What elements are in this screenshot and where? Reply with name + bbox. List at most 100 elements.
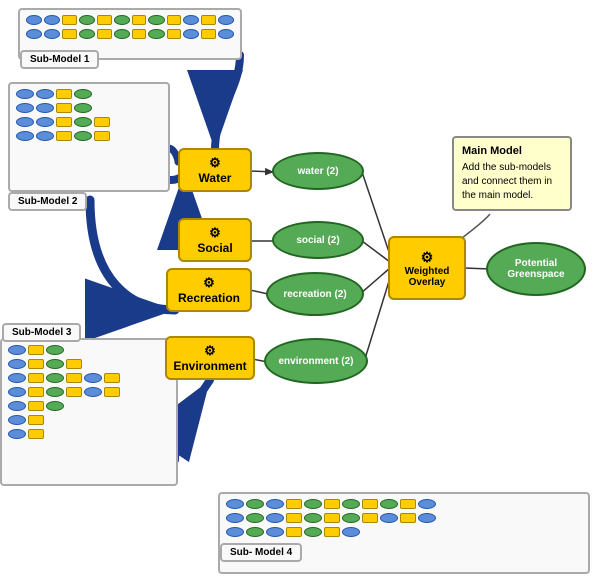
chain-row [8,359,170,369]
node-blue [84,387,102,397]
social-oval-node[interactable]: social (2) [272,221,364,259]
recreation-oval-node[interactable]: recreation (2) [266,272,364,316]
node-green [46,387,64,397]
node-green [304,527,322,537]
node-blue [183,29,199,39]
recreation-oval-label: recreation (2) [283,289,346,300]
node-blue [16,103,34,113]
social-oval-label: social (2) [296,235,339,246]
potential-greenspace-node[interactable]: Potential Greenspace [486,242,586,296]
weighted-overlay-node[interactable]: ⚙ WeightedOverlay [388,236,466,300]
recreation-node[interactable]: ⚙ Recreation [166,268,252,312]
social-label: Social [197,241,232,255]
callout-body: Add the sub-models and connect them in t… [462,161,562,203]
node-green [79,29,95,39]
chain-row [26,15,234,25]
submodel2-label-text: Sub-Model 2 [18,196,77,207]
chain-row [226,527,582,537]
environment-node[interactable]: ⚙ Environment [165,336,255,380]
node-green [74,103,92,113]
node-yellow [56,117,72,127]
node-yellow [28,429,44,439]
node-yellow [324,513,340,523]
node-blue [226,513,244,523]
node-blue [16,89,34,99]
node-yellow [132,15,146,25]
node-yellow [362,499,378,509]
environment-label: Environment [173,359,246,373]
node-yellow [62,29,76,39]
node-blue [26,15,42,25]
node-green [148,29,164,39]
chain-row [8,373,170,383]
node-yellow [28,359,44,369]
node-yellow [66,387,82,397]
node-blue [36,131,54,141]
node-blue [342,527,360,537]
node-yellow [167,29,181,39]
node-yellow [104,387,120,397]
node-green [74,117,92,127]
submodel2-box [8,82,170,192]
node-blue [218,29,234,39]
node-blue [16,117,34,127]
node-green [114,29,130,39]
social-node[interactable]: ⚙ Social [178,218,252,262]
node-yellow [28,373,44,383]
tool-icon: ⚙ [204,343,216,359]
node-blue [8,373,26,383]
main-canvas: Sub-Model 1 [0,0,599,580]
node-blue [44,15,60,25]
submodel3-label-text: Sub-Model 3 [12,327,71,338]
node-blue [8,401,26,411]
node-yellow [97,29,111,39]
water-node[interactable]: ⚙ Water [178,148,252,192]
node-blue [44,29,60,39]
callout-body-text: Add the sub-models and connect them in t… [462,162,552,201]
water-oval-node[interactable]: water (2) [272,152,364,190]
chain-row [26,29,234,39]
chain-row [226,513,582,523]
node-green [342,513,360,523]
node-yellow [324,527,340,537]
node-blue [36,117,54,127]
node-yellow [28,401,44,411]
node-yellow [56,103,72,113]
node-yellow [28,415,44,425]
chain-row [8,401,170,411]
node-yellow [400,513,416,523]
tool-icon: ⚙ [203,275,215,291]
node-blue [8,429,26,439]
callout-title-text: Main Model [462,145,522,157]
chain-row [8,429,170,439]
submodel3-label: Sub-Model 3 [2,323,81,342]
potential-greenspace-label: Potential Greenspace [488,258,584,280]
chain-row [16,131,162,141]
water-oval-label: water (2) [297,166,338,177]
chain-row [16,89,162,99]
chain-row [8,345,170,355]
node-yellow [286,513,302,523]
submodel4-label: Sub- Model 4 [220,543,302,562]
node-blue [183,15,199,25]
submodel1-label-text: Sub-Model 1 [30,54,89,65]
submodel3-box [0,338,178,486]
environment-oval-node[interactable]: environment (2) [264,338,368,384]
water-label: Water [199,171,232,185]
chain-row [16,117,162,127]
environment-oval-label: environment (2) [278,356,353,367]
node-blue [84,373,102,383]
node-blue [266,499,284,509]
node-green [148,15,164,25]
node-blue [218,15,234,25]
node-yellow [201,15,215,25]
node-blue [266,527,284,537]
node-green [79,15,95,25]
node-blue [8,387,26,397]
node-yellow [56,89,72,99]
node-blue [36,103,54,113]
node-green [74,131,92,141]
node-green [46,373,64,383]
node-blue [36,89,54,99]
chain-row [16,103,162,113]
